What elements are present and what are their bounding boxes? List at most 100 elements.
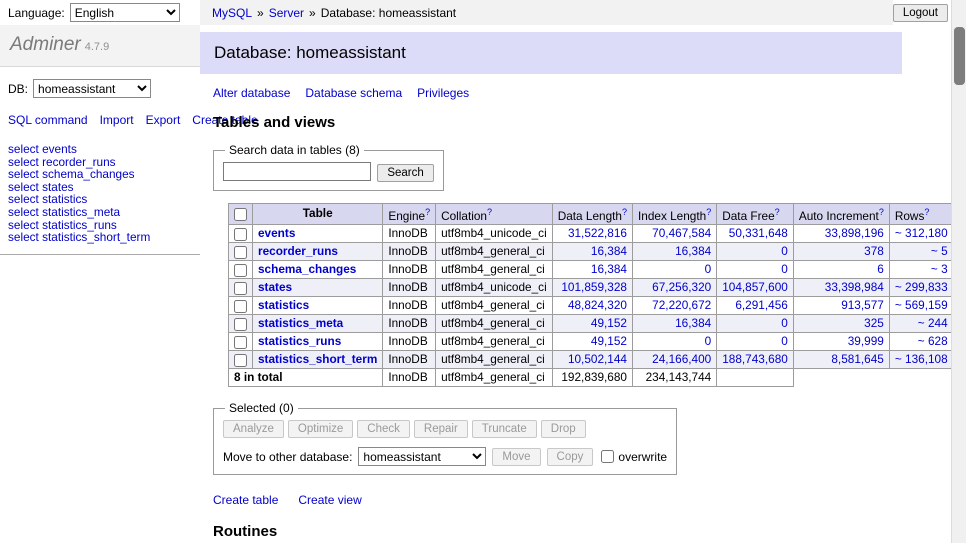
- scrollbar-thumb[interactable]: [954, 27, 965, 85]
- index-length-link[interactable]: 16,384: [675, 244, 711, 258]
- index-length-link[interactable]: 0: [705, 262, 712, 276]
- breadcrumb-server-link[interactable]: Server: [269, 6, 304, 20]
- bulk-action-button[interactable]: Optimize: [288, 420, 353, 438]
- table-link[interactable]: events: [258, 226, 295, 240]
- rows-count-link[interactable]: ~ 136,108: [895, 352, 948, 366]
- rows-count-link[interactable]: ~ 569,159: [895, 298, 948, 312]
- auto-increment-link[interactable]: 378: [864, 244, 884, 258]
- index-length-link[interactable]: 0: [705, 334, 712, 348]
- data-length-link[interactable]: 16,384: [591, 262, 627, 276]
- auto-increment-link[interactable]: 33,898,196: [825, 226, 884, 240]
- database-nav-link[interactable]: Alter database: [213, 86, 290, 100]
- row-checkbox[interactable]: [234, 318, 247, 331]
- search-button[interactable]: Search: [377, 164, 433, 182]
- auto-increment-link[interactable]: 913,577: [841, 298, 884, 312]
- data-free-link[interactable]: 0: [781, 262, 788, 276]
- bulk-action-button[interactable]: Drop: [541, 420, 586, 438]
- row-checkbox[interactable]: [234, 264, 247, 277]
- index-length-link[interactable]: 72,220,672: [652, 298, 711, 312]
- data-free-link[interactable]: 0: [781, 316, 788, 330]
- move-button[interactable]: Move: [492, 448, 540, 466]
- move-database-select[interactable]: homeassistant: [358, 447, 486, 466]
- rows-count-link[interactable]: ~ 244: [918, 316, 948, 330]
- rows-count-link[interactable]: ~ 312,180: [895, 226, 948, 240]
- rows-count-link[interactable]: ~ 5: [931, 244, 948, 258]
- app-version: 4.7.9: [85, 41, 109, 53]
- index-length-link[interactable]: 16,384: [675, 316, 711, 330]
- column-help-link[interactable]: ?: [775, 207, 780, 217]
- column-help-link[interactable]: ?: [487, 207, 492, 217]
- row-checkbox[interactable]: [234, 336, 247, 349]
- auto-increment-link[interactable]: 6: [877, 262, 884, 276]
- vertical-scrollbar[interactable]: [951, 0, 966, 543]
- table-link[interactable]: recorder_runs: [258, 244, 338, 258]
- rows-count-link[interactable]: ~ 3: [931, 262, 948, 276]
- index-length-link[interactable]: 24,166,400: [652, 352, 711, 366]
- create-link[interactable]: Create table: [213, 493, 278, 507]
- breadcrumb-separator: »: [257, 6, 264, 20]
- row-checkbox[interactable]: [234, 282, 247, 295]
- auto-increment-link[interactable]: 8,581,645: [831, 352, 883, 366]
- table-link[interactable]: states: [258, 280, 292, 294]
- rows-count-link[interactable]: ~ 628: [918, 334, 948, 348]
- column-help-link[interactable]: ?: [425, 207, 430, 217]
- bulk-action-button[interactable]: Analyze: [223, 420, 284, 438]
- auto-increment-link[interactable]: 39,999: [848, 334, 884, 348]
- sidebar-table-link[interactable]: select statistics_meta: [8, 206, 192, 219]
- database-select[interactable]: homeassistant: [33, 79, 151, 98]
- data-length-link[interactable]: 16,384: [591, 244, 627, 258]
- data-free-link[interactable]: 50,331,648: [729, 226, 788, 240]
- select-all-checkbox[interactable]: [234, 208, 247, 221]
- index-length-link[interactable]: 67,256,320: [652, 280, 711, 294]
- row-checkbox[interactable]: [234, 354, 247, 367]
- table-link[interactable]: statistics_runs: [258, 334, 341, 348]
- sidebar-table-link[interactable]: select schema_changes: [8, 168, 192, 181]
- sidebar-action-link[interactable]: Export: [146, 113, 181, 127]
- data-length-link[interactable]: 49,152: [591, 316, 627, 330]
- rows-count-link[interactable]: ~ 299,833: [895, 280, 948, 294]
- bulk-action-button[interactable]: Truncate: [472, 420, 537, 438]
- breadcrumb-mysql-link[interactable]: MySQL: [212, 6, 252, 20]
- data-length-link[interactable]: 31,522,816: [568, 226, 627, 240]
- logout-button[interactable]: Logout: [893, 4, 948, 22]
- sidebar-table-link[interactable]: select events: [8, 143, 192, 156]
- data-free-link[interactable]: 104,857,600: [722, 280, 788, 294]
- column-help-link[interactable]: ?: [879, 207, 884, 217]
- table-row: events InnoDB utf8mb4_unicode_ci 31,522,…: [229, 225, 966, 243]
- data-free-link[interactable]: 188,743,680: [722, 352, 788, 366]
- database-nav-link[interactable]: Privileges: [417, 86, 469, 100]
- table-link[interactable]: statistics: [258, 298, 309, 312]
- overwrite-checkbox[interactable]: [601, 450, 614, 463]
- table-link[interactable]: statistics_short_term: [258, 352, 377, 366]
- bulk-action-button[interactable]: Check: [357, 420, 410, 438]
- sidebar-action-link[interactable]: SQL command: [8, 113, 88, 127]
- row-checkbox[interactable]: [234, 228, 247, 241]
- sidebar-action-link[interactable]: Import: [100, 113, 134, 127]
- data-length-link[interactable]: 101,859,328: [561, 280, 627, 294]
- copy-button[interactable]: Copy: [547, 448, 594, 466]
- data-length-link[interactable]: 49,152: [591, 334, 627, 348]
- search-input[interactable]: [223, 162, 371, 181]
- data-length-link[interactable]: 48,824,320: [568, 298, 627, 312]
- column-help-link[interactable]: ?: [924, 207, 929, 217]
- language-select[interactable]: English: [70, 3, 180, 22]
- bulk-action-button[interactable]: Repair: [414, 420, 468, 438]
- auto-increment-link[interactable]: 325: [864, 316, 884, 330]
- data-free-link[interactable]: 0: [781, 244, 788, 258]
- row-checkbox[interactable]: [234, 246, 247, 259]
- index-length-link[interactable]: 70,467,584: [652, 226, 711, 240]
- collation-cell: utf8mb4_general_ci: [436, 261, 553, 279]
- column-help-link[interactable]: ?: [706, 207, 711, 217]
- data-free-link[interactable]: 0: [781, 334, 788, 348]
- table-link[interactable]: schema_changes: [258, 262, 356, 276]
- sidebar-table-link[interactable]: select statistics_short_term: [8, 231, 192, 244]
- column-help-link[interactable]: ?: [622, 207, 627, 217]
- overwrite-label: overwrite: [618, 450, 667, 464]
- create-link[interactable]: Create view: [298, 493, 361, 507]
- table-link[interactable]: statistics_meta: [258, 316, 343, 330]
- auto-increment-link[interactable]: 33,398,984: [825, 280, 884, 294]
- data-length-link[interactable]: 10,502,144: [568, 352, 627, 366]
- database-nav-link[interactable]: Database schema: [305, 86, 402, 100]
- row-checkbox[interactable]: [234, 300, 247, 313]
- data-free-link[interactable]: 6,291,456: [735, 298, 787, 312]
